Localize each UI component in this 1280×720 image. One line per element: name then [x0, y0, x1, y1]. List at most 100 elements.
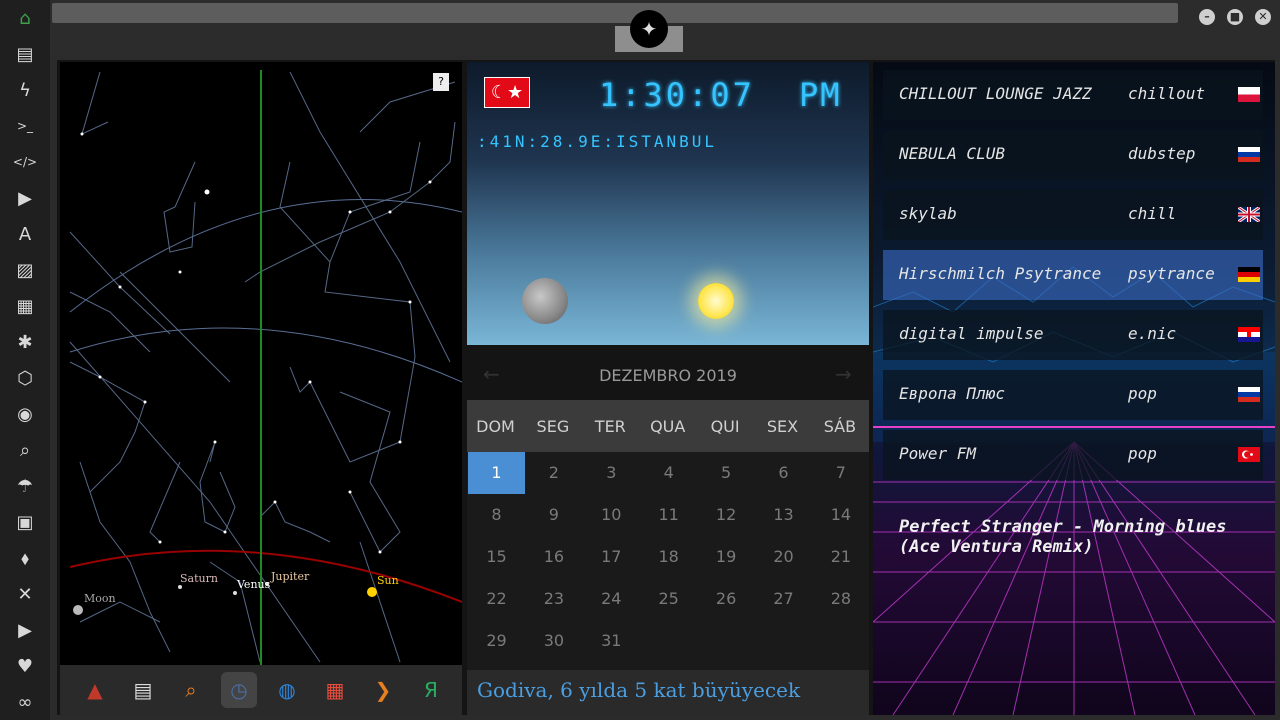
terminal-icon[interactable]: >_ — [9, 112, 41, 140]
close-icon[interactable]: ✕ — [1255, 9, 1271, 25]
umbrella-icon[interactable]: ☂ — [9, 472, 41, 500]
translate-icon[interactable]: A — [9, 220, 41, 248]
station-name: digital impulse — [899, 324, 1044, 343]
calendar-header: ← DEZEMBRO 2019 → — [467, 350, 869, 400]
weekday-label: TER — [594, 417, 626, 436]
home-icon[interactable]: ⌂ — [9, 4, 41, 32]
calendar-day[interactable]: 10 — [583, 494, 640, 536]
station-name: Power FM — [899, 444, 977, 463]
calendar-day[interactable]: 1 — [468, 452, 525, 494]
pl-flag-icon — [1238, 87, 1260, 102]
address-field[interactable] — [52, 3, 1178, 23]
calendar-day[interactable]: 13 — [755, 494, 812, 536]
document-icon[interactable]: ▤ — [9, 40, 41, 68]
calendar-day[interactable]: 7 — [812, 452, 869, 494]
calendar-day[interactable]: 8 — [468, 494, 525, 536]
weekday-label: QUA — [650, 417, 686, 436]
play-icon[interactable]: ▶ — [9, 184, 41, 212]
calendar-day[interactable]: 16 — [525, 536, 582, 578]
calendar-day[interactable]: 19 — [698, 536, 755, 578]
forward-app-icon[interactable]: ❯ — [365, 672, 401, 708]
youtube-icon[interactable]: ▶ — [9, 616, 41, 644]
news-icon[interactable]: ▦ — [9, 292, 41, 320]
search-app-icon[interactable]: ⌕ — [173, 672, 209, 708]
calendar: ← DEZEMBRO 2019 → DOM SEG TER QUA QUI SEX SÁB … — [467, 350, 869, 670]
turkey-flag-icon: ☾★ — [484, 77, 530, 108]
clock-app-icon[interactable]: ◷ — [221, 672, 257, 708]
hr-flag-icon — [1238, 327, 1260, 342]
station-genre: chill — [1128, 204, 1177, 223]
station-row[interactable]: Power FM pop — [883, 430, 1263, 480]
hexagon-icon[interactable]: ⬡ — [9, 364, 41, 392]
code-icon[interactable]: </> — [9, 148, 41, 176]
station-row[interactable]: NEBULA CLUB dubstep — [883, 130, 1263, 180]
calendar-app-icon[interactable]: ▦ — [317, 672, 353, 708]
calendar-day[interactable]: 17 — [583, 536, 640, 578]
star-chart: Moon Saturn Venus Jupiter Sun — [69, 70, 462, 665]
clock-ampm: PM — [799, 76, 842, 114]
calendar-day[interactable]: 26 — [698, 578, 755, 620]
expand-icon[interactable]: ✕ — [9, 580, 41, 608]
minimize-icon[interactable]: – — [1199, 9, 1215, 25]
calendar-day[interactable]: 22 — [468, 578, 525, 620]
calendar-day[interactable]: 5 — [698, 452, 755, 494]
rebel-emblem-icon: ✦ — [630, 10, 668, 48]
station-row[interactable]: Hirschmilch Psytrance psytrance — [883, 250, 1263, 300]
news-headline[interactable]: Godiva, 6 yılda 5 kat büyüyecek — [477, 678, 800, 702]
calendar-day[interactable]: 27 — [755, 578, 812, 620]
calendar-day[interactable]: 21 — [812, 536, 869, 578]
globe-app-icon[interactable]: ◍ — [269, 672, 305, 708]
asterisk-icon[interactable]: ✱ — [9, 328, 41, 356]
station-genre: e.nic — [1128, 324, 1177, 343]
calendar-day[interactable]: 23 — [525, 578, 582, 620]
calendar-day[interactable]: 25 — [640, 578, 697, 620]
infinity-icon[interactable]: ∞ — [9, 688, 41, 716]
calendar-day[interactable]: 11 — [640, 494, 697, 536]
link-icon[interactable]: ⬧ — [9, 544, 41, 572]
calendar-day[interactable]: 4 — [640, 452, 697, 494]
heart-icon[interactable]: ♥ — [9, 652, 41, 680]
contact-icon[interactable]: ▣ — [9, 508, 41, 536]
image-icon[interactable]: ▨ — [9, 256, 41, 284]
ru-flag-icon — [1238, 387, 1260, 402]
station-genre: pop — [1128, 444, 1157, 463]
sun-label: Sun — [377, 574, 399, 587]
station-genre: pop — [1128, 384, 1157, 403]
yandex-app-icon[interactable]: Я — [413, 672, 449, 708]
weekday-label: SÁB — [823, 417, 857, 436]
calendar-day[interactable]: 28 — [812, 578, 869, 620]
weekday-label: SEG — [536, 417, 570, 436]
calendar-day[interactable]: 2 — [525, 452, 582, 494]
station-row[interactable]: digital impulse e.nic — [883, 310, 1263, 360]
help-button[interactable]: ? — [433, 73, 449, 91]
weekday-label: SEX — [766, 417, 799, 436]
astronomy-app-icon[interactable]: ▲ — [77, 672, 113, 708]
calendar-day[interactable]: 20 — [755, 536, 812, 578]
calendar-day[interactable]: 15 — [468, 536, 525, 578]
calendar-day[interactable]: 12 — [698, 494, 755, 536]
sky-map[interactable]: Moon Saturn Venus Jupiter Sun ? — [60, 62, 462, 665]
calendar-day[interactable]: 30 — [525, 620, 582, 662]
lightning-icon[interactable]: ϟ — [9, 76, 41, 104]
calendar-day[interactable]: 24 — [583, 578, 640, 620]
globe-icon[interactable]: ◉ — [9, 400, 41, 428]
calendar-day[interactable]: 6 — [755, 452, 812, 494]
station-row[interactable]: Европа Плюс pop — [883, 370, 1263, 420]
station-row[interactable]: CHILLOUT LOUNGE JAZZ chillout — [883, 70, 1263, 120]
station-row[interactable]: skylab chill — [883, 190, 1263, 240]
calendar-day[interactable]: 31 — [583, 620, 640, 662]
next-month-button[interactable]: → — [835, 362, 852, 386]
jupiter-label: Jupiter — [270, 570, 310, 583]
news-app-icon[interactable]: ▤ — [125, 672, 161, 708]
search-icon[interactable]: ⌕ — [9, 436, 41, 464]
calendar-day[interactable]: 9 — [525, 494, 582, 536]
now-playing: Perfect Stranger - Morning blues (Ace Ve… — [899, 517, 1227, 557]
maximize-icon[interactable]: ■ — [1227, 9, 1243, 25]
station-genre: dubstep — [1128, 144, 1196, 163]
calendar-day[interactable]: 18 — [640, 536, 697, 578]
calendar-day[interactable]: 29 — [468, 620, 525, 662]
station-genre: chillout — [1128, 84, 1206, 103]
calendar-day[interactable]: 3 — [583, 452, 640, 494]
station-name: skylab — [899, 204, 957, 223]
calendar-day[interactable]: 14 — [812, 494, 869, 536]
